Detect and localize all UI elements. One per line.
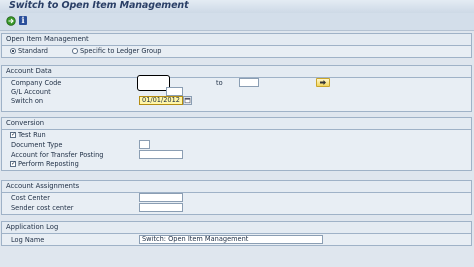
frame-header: Account Data	[2, 66, 471, 78]
cost-center-field[interactable]	[139, 193, 183, 202]
transfer-account-label: Account for Transfer Posting	[11, 151, 104, 159]
window-title: Switch to Open Item Management	[9, 0, 189, 11]
frame-title: Open Item Management	[6, 35, 89, 43]
radio-standard-label: Standard	[18, 47, 48, 55]
radio-standard[interactable]	[10, 48, 16, 54]
switch-on-label: Switch on	[11, 97, 44, 105]
radio-ledger-group-label: Specific to Ledger Group	[80, 47, 162, 55]
test-run-label: Test Run	[18, 131, 46, 139]
log-name-field[interactable]: Switch: Open Item Management	[139, 235, 323, 244]
perform-reposting-checkbox[interactable]: ✓	[10, 161, 16, 167]
cost-center-label: Cost Center	[11, 194, 50, 202]
application-toolbar: i	[0, 13, 474, 31]
selection-screen: Open Item Management Standard Specific t…	[0, 31, 474, 267]
info-icon-glyph: i	[19, 16, 27, 25]
calendar-icon	[184, 97, 191, 104]
calendar-picker-button[interactable]	[183, 96, 192, 105]
multiple-selection-button[interactable]	[316, 78, 330, 87]
test-run-checkbox[interactable]: ✓	[10, 132, 16, 138]
company-code-to-field[interactable]	[239, 78, 259, 87]
frame-application-log: Application Log Log Name Switch: Open It…	[1, 221, 472, 246]
frame-conversion: Conversion ✓ Test Run Document Type Acco…	[1, 117, 472, 171]
execute-icon[interactable]	[6, 16, 16, 26]
sender-cost-center-field[interactable]	[139, 203, 183, 212]
transfer-account-field[interactable]	[139, 150, 183, 159]
log-name-label: Log Name	[11, 236, 45, 244]
frame-title: Conversion	[6, 119, 45, 127]
arrow-right-icon	[320, 80, 326, 85]
frame-title: Application Log	[6, 223, 59, 231]
document-type-label: Document Type	[11, 141, 63, 149]
company-code-label: Company Code	[11, 79, 62, 87]
document-type-field[interactable]	[139, 140, 150, 149]
frame-title: Account Data	[6, 67, 52, 75]
to-label: to	[216, 79, 223, 87]
perform-reposting-label: Perform Reposting	[18, 160, 79, 168]
frame-header: Account Assignments	[2, 181, 471, 193]
gl-account-label: G/L Account	[11, 88, 51, 96]
info-icon[interactable]: i	[19, 16, 29, 26]
frame-account-data: Account Data Company Code to G/L Account…	[1, 65, 472, 112]
frame-header: Open Item Management	[2, 34, 471, 46]
gl-account-field[interactable]	[166, 87, 183, 96]
switch-on-date-field[interactable]: 01/01/2012	[139, 96, 183, 105]
radio-ledger-group[interactable]	[72, 48, 78, 54]
frame-title: Account Assignments	[6, 182, 80, 190]
frame-header: Application Log	[2, 222, 471, 234]
frame-account-assignments: Account Assignments Cost Center Sender c…	[1, 180, 472, 215]
title-bar: Switch to Open Item Management	[0, 0, 474, 13]
sender-cost-center-label: Sender cost center	[11, 204, 74, 212]
frame-header: Conversion	[2, 118, 471, 130]
frame-open-item-management: Open Item Management Standard Specific t…	[1, 33, 472, 58]
